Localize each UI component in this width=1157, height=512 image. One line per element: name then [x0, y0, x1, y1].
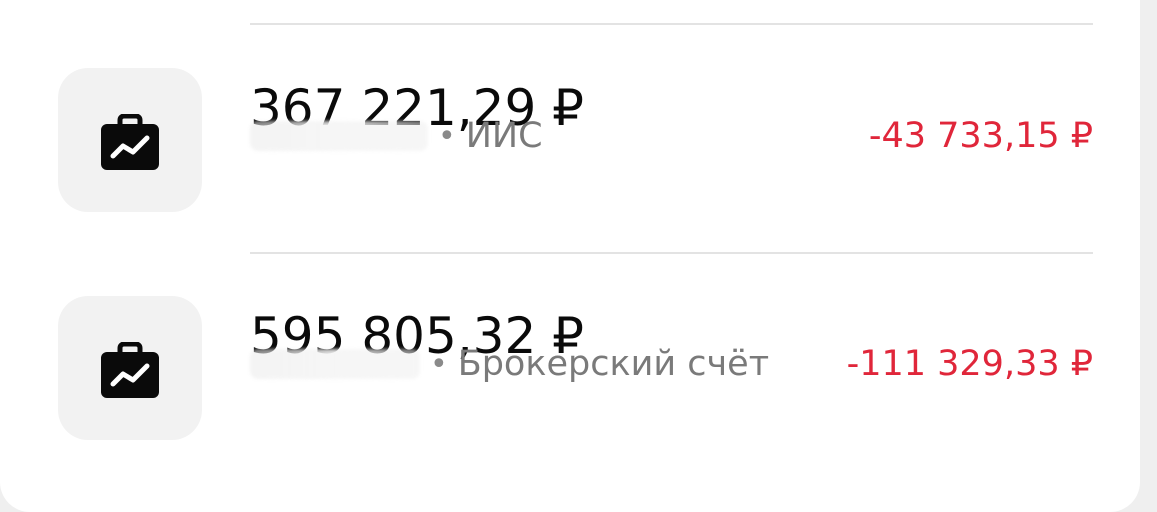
- account-type: Брокерский счёт: [457, 344, 770, 384]
- account-change: -43 733,15 ₽: [868, 116, 1093, 156]
- account-row-iis[interactable]: 367 221,29 ₽ • ИИС -43 733,15 ₽: [0, 68, 1140, 248]
- account-row-brokerage[interactable]: 595 805,32 ₽ • Брокерский счёт -111 329,…: [0, 296, 1140, 476]
- separator-dot: •: [430, 346, 448, 382]
- account-subline: • Брокерский счёт: [250, 344, 769, 384]
- masked-account-name: [250, 349, 420, 379]
- portfolio-icon: [101, 342, 159, 398]
- portfolio-icon-tile: [58, 296, 202, 440]
- divider: [250, 252, 1093, 254]
- portfolio-icon: [101, 114, 159, 170]
- divider: [250, 23, 1093, 25]
- masked-account-name: [250, 121, 428, 151]
- portfolio-icon-tile: [58, 68, 202, 212]
- account-subline: • ИИС: [250, 116, 543, 156]
- account-change: -111 329,33 ₽: [846, 344, 1093, 384]
- separator-dot: •: [438, 118, 456, 154]
- account-type: ИИС: [465, 116, 543, 156]
- accounts-card: 367 221,29 ₽ • ИИС -43 733,15 ₽ 595 805,…: [0, 0, 1140, 512]
